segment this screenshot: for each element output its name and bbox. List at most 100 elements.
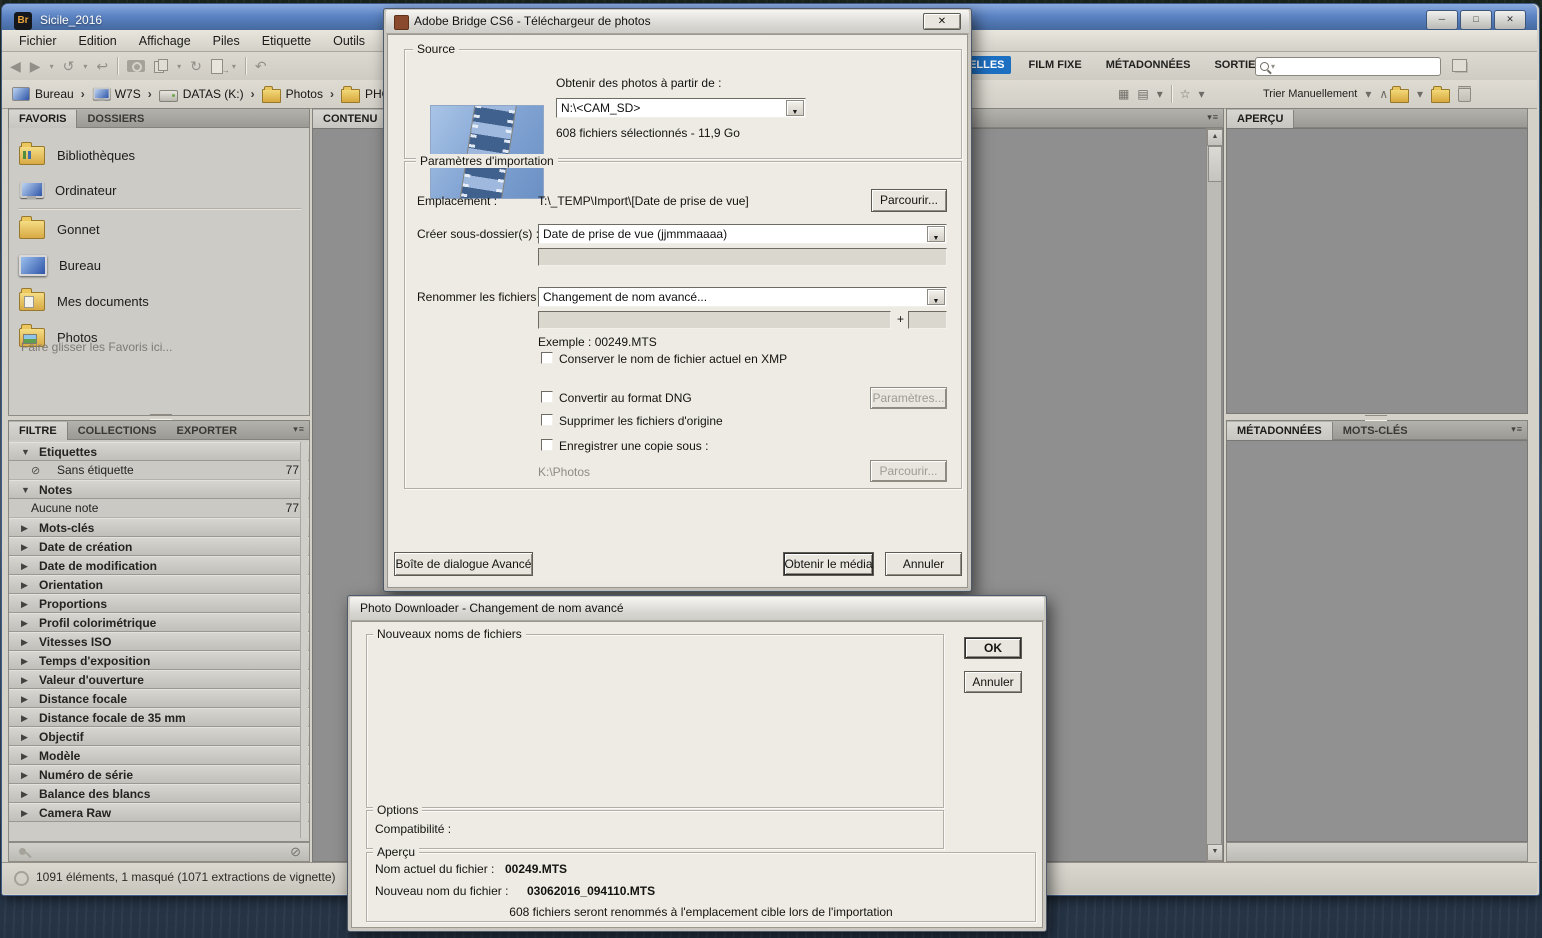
tab-exporter[interactable]: EXPORTER — [167, 422, 248, 441]
tab-me-tadonne-es[interactable]: MÉTADONNÉES — [1227, 422, 1333, 441]
filter-scrollbar[interactable] — [300, 442, 308, 838]
filter-section-camera-raw[interactable]: ▶Camera Raw — [9, 803, 310, 822]
chevron-down-icon[interactable]: ▼ — [786, 100, 804, 116]
scroll-up-icon[interactable]: ▲ — [1207, 129, 1223, 146]
filter-item-aucune-note[interactable]: Aucune note77 — [9, 499, 310, 518]
chevron-down-icon[interactable]: ▾ — [177, 62, 181, 71]
copy-browse-button[interactable]: Parcourir... — [870, 460, 947, 482]
filter-section-vitesses-iso[interactable]: ▶Vitesses ISO — [9, 632, 310, 651]
chevron-down-icon[interactable]: ▼ — [927, 226, 945, 242]
menu-affichage[interactable]: Affichage — [128, 34, 202, 48]
filter-section-date-de-cre-ation[interactable]: ▶Date de création — [9, 537, 310, 556]
subfolder-name-field[interactable] — [538, 248, 947, 266]
export-file-icon[interactable] — [211, 59, 223, 74]
back-arrow-icon[interactable]: ◀ — [10, 58, 21, 75]
delete-icon[interactable] — [1458, 86, 1471, 102]
rename-select[interactable]: Changement de nom avancé...▼ — [538, 287, 947, 307]
menu-piles[interactable]: Piles — [202, 34, 251, 48]
breadcrumb-w7s[interactable]: W7S — [92, 87, 141, 101]
filter-item-sans-e-tiquette[interactable]: ⊘Sans étiquette77 — [9, 461, 310, 480]
dialog-title-bar[interactable]: Adobe Bridge CS6 - Téléchargeur de photo… — [386, 10, 969, 34]
filter-section-proportions[interactable]: ▶Proportions — [9, 594, 310, 613]
advanced-dialog-button[interactable]: Boîte de dialogue Avancé — [394, 552, 533, 576]
keep-xmp-checkbox[interactable] — [541, 352, 553, 364]
cancel-button[interactable]: Annuler — [964, 671, 1022, 693]
rename-text-field[interactable] — [538, 311, 891, 329]
boomerang-icon[interactable]: ↩ — [96, 58, 108, 75]
clear-filter-icon[interactable]: ⊘ — [290, 844, 301, 860]
breadcrumb-bureau[interactable]: Bureau — [12, 87, 74, 101]
favorite-item-gonnet[interactable]: Gonnet — [19, 214, 100, 244]
open-folder-icon[interactable] — [1390, 89, 1409, 103]
new-folder-icon[interactable] — [1431, 89, 1450, 103]
filter-section-notes[interactable]: ▼Notes — [9, 480, 310, 499]
tab-contenu[interactable]: CONTENU — [313, 110, 388, 129]
dialog-title-bar[interactable]: Photo Downloader - Changement de nom ava… — [350, 597, 1044, 621]
filter-section-mode-le[interactable]: ▶Modèle — [9, 746, 310, 765]
filter-section-objectif[interactable]: ▶Objectif — [9, 727, 310, 746]
sort-label[interactable]: Trier Manuellement — [1263, 88, 1357, 100]
chevron-down-icon[interactable]: ▾ — [1157, 87, 1163, 101]
scrollbar-thumb[interactable] — [1208, 146, 1222, 182]
menu-edition[interactable]: Edition — [68, 34, 128, 48]
get-media-button[interactable]: Obtenir le média — [783, 552, 874, 576]
subfolder-select[interactable]: Date de prise de vue (jjmmmaaaa)▼ — [538, 224, 947, 244]
filter-section-orientation[interactable]: ▶Orientation — [9, 575, 310, 594]
chevron-down-icon[interactable]: ▾ — [1198, 87, 1204, 101]
maximize-button[interactable]: □ — [1460, 10, 1492, 30]
tab-collections[interactable]: COLLECTIONS — [68, 422, 167, 441]
filter-section-valeur-d-ouverture[interactable]: ▶Valeur d'ouverture — [9, 670, 310, 689]
close-icon[interactable]: ✕ — [923, 13, 961, 30]
breadcrumb-photos[interactable]: Photos — [262, 85, 323, 103]
filter-section-balance-des-blancs[interactable]: ▶Balance des blancs — [9, 784, 310, 803]
panel-menu-icon[interactable]: ▾≡ — [1511, 424, 1523, 435]
workspace-tab-film-fixe[interactable]: FILM FIXE — [1023, 56, 1088, 74]
undo-icon[interactable]: ↶ — [255, 58, 267, 75]
sort-ascending-icon[interactable]: ∧ — [1379, 87, 1388, 101]
filter-section-nume-ro-de-se-rie[interactable]: ▶Numéro de série — [9, 765, 310, 784]
convert-dng-checkbox[interactable] — [541, 391, 553, 403]
delete-originals-checkbox[interactable] — [541, 414, 553, 426]
filter-section-distance-focale[interactable]: ▶Distance focale — [9, 689, 310, 708]
menu-outils[interactable]: Outils — [322, 34, 376, 48]
filter-section-date-de-modification[interactable]: ▶Date de modification — [9, 556, 310, 575]
panel-splitter[interactable] — [1365, 415, 1387, 421]
ok-button[interactable]: OK — [964, 637, 1022, 659]
rename-number-field[interactable] — [908, 311, 947, 329]
content-scrollbar[interactable]: ▲ ▼ — [1206, 128, 1222, 862]
menu-fichier[interactable]: Fichier — [8, 34, 68, 48]
filter-section-profil-colorime-trique[interactable]: ▶Profil colorimétrique — [9, 613, 310, 632]
chevron-down-icon[interactable]: ▾ — [83, 62, 87, 71]
breadcrumb-datas-k[interactable]: DATAS (K:) — [159, 87, 244, 102]
filter-section-distance-focale-de-35-mm[interactable]: ▶Distance focale de 35 mm — [9, 708, 310, 727]
filter-section-mots-cle-s[interactable]: ▶Mots-clés — [9, 518, 310, 537]
workspace-tab-sortie[interactable]: SORTIE — [1208, 56, 1261, 74]
compact-mode-icon[interactable] — [1452, 59, 1467, 72]
filter-section-temps-d-exposition[interactable]: ▶Temps d'exposition — [9, 651, 310, 670]
search-input[interactable]: ▾ — [1255, 57, 1441, 76]
forward-arrow-icon[interactable]: ▶ — [30, 58, 41, 75]
cancel-button[interactable]: Annuler — [885, 552, 962, 576]
panel-splitter[interactable] — [150, 414, 172, 420]
favorite-item-bureau[interactable]: Bureau — [19, 250, 101, 280]
sort-control[interactable]: Trier Manuellement ▾ ∧ — [1263, 84, 1388, 104]
chevron-down-icon[interactable]: ▾ — [50, 62, 54, 71]
panel-menu-icon[interactable]: ▾≡ — [293, 424, 305, 435]
refresh-icon[interactable]: ↻ — [190, 58, 202, 75]
dng-settings-button[interactable]: Paramètres... — [870, 387, 947, 409]
pin-icon[interactable] — [17, 846, 31, 860]
favorite-item-mes-documents[interactable]: Mes documents — [19, 286, 149, 316]
star-rating-icon[interactable]: ☆ — [1180, 87, 1191, 101]
chevron-down-icon[interactable]: ▾ — [1365, 87, 1371, 101]
tab-favoris[interactable]: FAVORIS — [9, 110, 77, 129]
panel-menu-icon[interactable]: ▾≡ — [1207, 112, 1219, 123]
camera-download-icon[interactable] — [127, 60, 145, 72]
minimize-button[interactable]: ─ — [1426, 10, 1458, 30]
scroll-down-icon[interactable]: ▼ — [1207, 844, 1223, 861]
tab-filtre[interactable]: FILTRE — [9, 422, 68, 441]
filter-section-etiquettes[interactable]: ▼Etiquettes — [9, 442, 310, 461]
chevron-down-icon[interactable]: ▾ — [232, 62, 236, 71]
save-copy-checkbox[interactable] — [541, 439, 553, 451]
menu-etiquette[interactable]: Etiquette — [251, 34, 322, 48]
tab-dossiers[interactable]: DOSSIERS — [77, 110, 154, 129]
